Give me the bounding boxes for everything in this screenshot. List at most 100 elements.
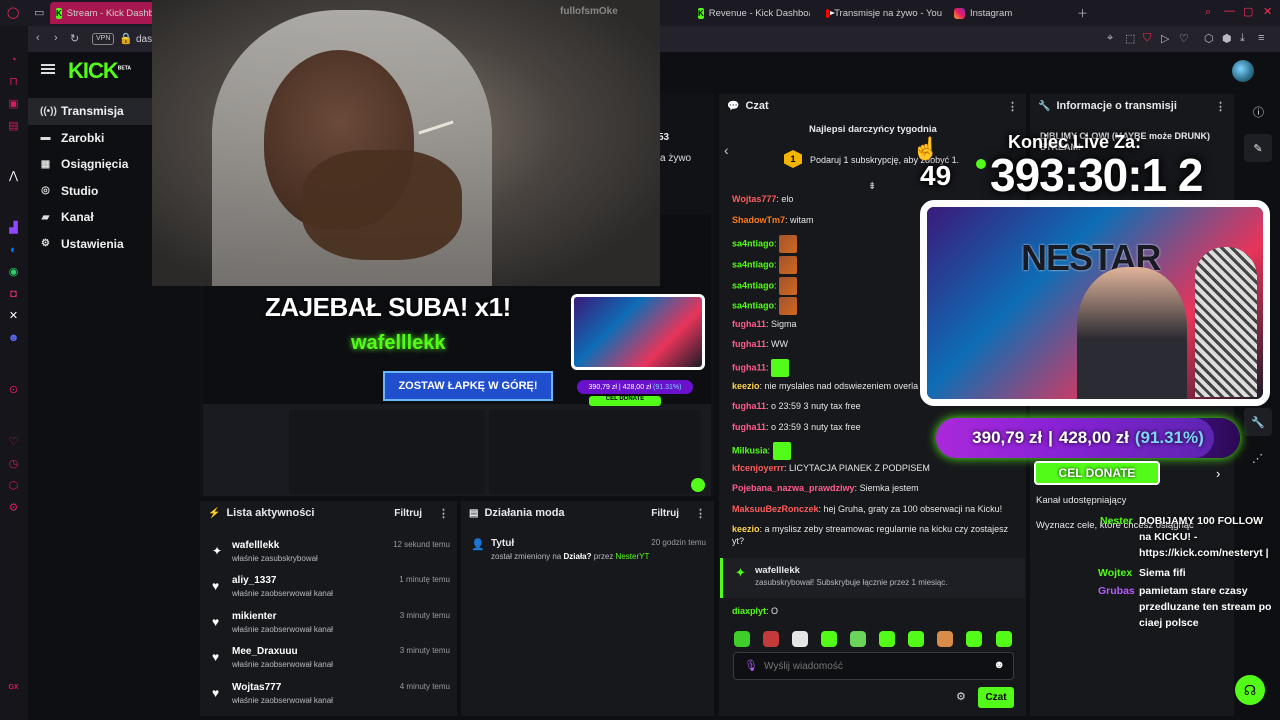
mod-menu-icon[interactable]: ⋮: [695, 507, 706, 520]
x-icon[interactable]: ✕: [6, 308, 21, 323]
settings-sidebar-icon[interactable]: ⚙: [6, 500, 21, 515]
info-menu-icon[interactable]: ⋮: [1215, 100, 1226, 113]
emote-icon[interactable]: [850, 631, 866, 647]
activity-user[interactable]: Wojtas777: [232, 682, 281, 693]
emote-icon[interactable]: [966, 631, 982, 647]
emote-icon[interactable]: [908, 631, 924, 647]
workspace-icon[interactable]: ▭: [34, 6, 44, 19]
chat-user[interactable]: sa4ntiago: [732, 300, 774, 310]
info-icon[interactable]: ⓘ: [1253, 104, 1264, 120]
nav-item-zarobki[interactable]: ▬ Zarobki: [28, 125, 152, 152]
cube-sidebar-icon[interactable]: ⬡: [6, 478, 21, 493]
history-icon[interactable]: ◷: [6, 456, 21, 471]
microphone-icon[interactable]: 🎙: [744, 659, 758, 672]
tab-kick-revenue[interactable]: K Revenue - Kick Dashboa: [698, 2, 810, 24]
chat-user[interactable]: fugha11: [732, 401, 766, 411]
edit-icon[interactable]: ✎: [1244, 134, 1272, 162]
back-icon[interactable]: ‹: [36, 32, 40, 44]
emote-icon[interactable]: [937, 631, 953, 647]
new-tab-plus-icon[interactable]: ＋: [1077, 5, 1088, 21]
chat-user[interactable]: fugha11: [732, 362, 766, 372]
chat-user[interactable]: Milkusia: [732, 445, 768, 455]
extensions-icon[interactable]: ⬡: [1204, 32, 1214, 45]
activity-menu-icon[interactable]: ⋮: [438, 507, 449, 520]
chevron-right-icon[interactable]: ›: [1216, 466, 1220, 481]
emote-icon[interactable]: [996, 631, 1012, 647]
chat-user[interactable]: ShadowTm7: [732, 215, 785, 225]
nav-item-studio[interactable]: ◎ Studio: [28, 178, 152, 205]
heart-icon[interactable]: ♡: [1179, 32, 1189, 45]
messenger-icon[interactable]: ◐: [6, 242, 21, 257]
cube-icon[interactable]: ⬢: [1222, 32, 1232, 45]
tv-icon[interactable]: ▣: [6, 96, 21, 111]
minimize-icon[interactable]: —: [1224, 5, 1235, 17]
twitch-icon[interactable]: ▟: [6, 220, 21, 235]
tab-youtube[interactable]: Transmisje na żywo - You: [826, 2, 942, 24]
pin-icon[interactable]: ⌖: [1107, 32, 1113, 45]
chat-user[interactable]: diaxplyt: [732, 606, 766, 616]
chat-user[interactable]: Pojebana_nazwa_prawdziwy: [732, 483, 855, 493]
opera-gx-logo-icon[interactable]: ◯: [7, 6, 19, 19]
bag-icon[interactable]: ⊓: [6, 74, 21, 89]
activity-user[interactable]: mikienter: [232, 611, 276, 622]
vpn-badge[interactable]: VPN: [92, 33, 115, 45]
bookmarks-icon[interactable]: ♡: [6, 434, 21, 449]
news-icon[interactable]: ▤: [6, 118, 21, 133]
chevron-left-icon[interactable]: ‹: [724, 142, 729, 158]
chat-user[interactable]: MaksuuBezRonczek: [732, 504, 819, 514]
chat-user[interactable]: fugha11: [732, 319, 766, 329]
snapshot-icon[interactable]: ⬚: [1125, 32, 1135, 45]
chat-send-button[interactable]: Czat: [978, 687, 1014, 708]
chat-user[interactable]: keezio: [732, 524, 760, 534]
kick-logo[interactable]: KICKBETA: [68, 58, 131, 84]
close-icon[interactable]: ✕: [1263, 5, 1272, 18]
player-icon[interactable]: ⊙: [6, 382, 21, 397]
activity-filter-button[interactable]: Filtruj: [394, 508, 422, 519]
share-icon[interactable]: ⋰: [1252, 452, 1263, 465]
chat-user[interactable]: sa4ntiago: [732, 280, 774, 290]
chat-user[interactable]: fugha11: [732, 339, 766, 349]
mod-user[interactable]: NesterYT: [616, 552, 650, 561]
hamburger-menu-icon[interactable]: [41, 64, 55, 74]
forward-icon[interactable]: ›: [54, 32, 58, 44]
chat-user[interactable]: fugha11: [732, 422, 766, 432]
activity-user[interactable]: wafelllekk: [232, 540, 279, 551]
nav-item-kanal[interactable]: ▰ Kanał: [28, 204, 152, 231]
nav-item-transmisja[interactable]: ((•)) Transmisja: [28, 98, 152, 125]
discord-icon[interactable]: ☻: [6, 330, 21, 345]
chat-user[interactable]: Wojtas777: [732, 194, 776, 204]
support-headset-icon[interactable]: ☊: [1235, 675, 1265, 705]
nav-item-ustawienia[interactable]: ⚙ Ustawienia: [28, 231, 152, 258]
play-icon[interactable]: ▷: [1161, 32, 1169, 45]
whatsapp-icon[interactable]: ◉: [6, 264, 21, 279]
nav-item-osiagniecia[interactable]: ▦ Osiągnięcia: [28, 151, 152, 178]
emote-icon[interactable]: [792, 631, 808, 647]
instagram-icon[interactable]: ◘: [6, 286, 21, 301]
menu-icon[interactable]: ≡: [1258, 32, 1264, 44]
reload-icon[interactable]: ↻: [70, 32, 79, 45]
activity-user[interactable]: aliy_1337: [232, 575, 277, 586]
emote-icon[interactable]: [763, 631, 779, 647]
emote-icon[interactable]: [734, 631, 750, 647]
tab-kick-stream[interactable]: K Stream - Kick Dashbo: [56, 2, 152, 24]
chat-user[interactable]: keezio: [732, 381, 760, 391]
download-icon[interactable]: ⤓: [1240, 32, 1245, 45]
chat-input-box[interactable]: 🎙 ☻: [733, 652, 1014, 680]
sub-event-user[interactable]: wafelllekk: [755, 565, 800, 576]
speed-dial-icon[interactable]: ◔: [6, 52, 21, 67]
scroll-down-icon[interactable]: ⇟: [868, 181, 876, 192]
chat-user[interactable]: sa4ntiago: [732, 238, 774, 248]
emote-icon[interactable]: [879, 631, 895, 647]
chat-menu-icon[interactable]: ⋮: [1007, 100, 1018, 113]
tab-instagram[interactable]: Instagram: [954, 2, 1044, 24]
emote-icon[interactable]: [821, 631, 837, 647]
chat-user[interactable]: kfcenjoyerrr: [732, 463, 784, 473]
search-icon[interactable]: ⌕: [1205, 6, 1211, 19]
avatar[interactable]: [1232, 60, 1254, 82]
aria-icon[interactable]: ⋀: [6, 168, 21, 183]
chat-settings-icon[interactable]: ⚙: [956, 690, 966, 703]
activity-user[interactable]: Mee_Draxuuu: [232, 646, 298, 657]
shield-icon[interactable]: ⛉: [1143, 32, 1151, 45]
chat-user[interactable]: sa4ntiago: [732, 259, 774, 269]
maximize-icon[interactable]: ▢: [1243, 5, 1253, 18]
